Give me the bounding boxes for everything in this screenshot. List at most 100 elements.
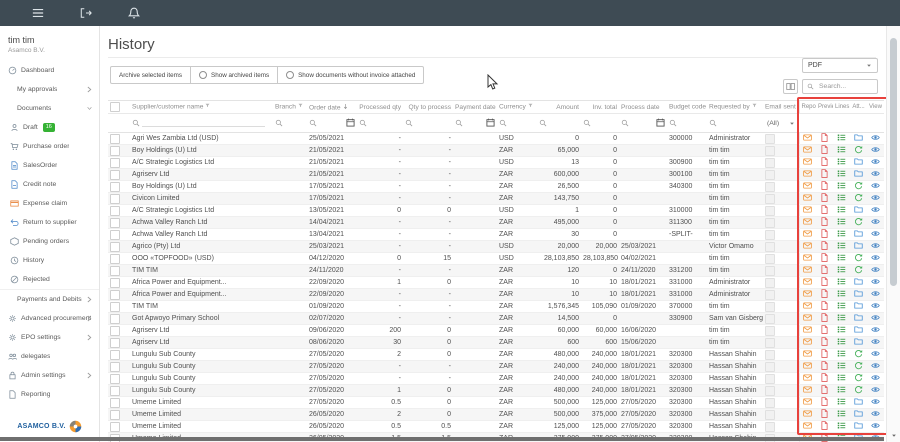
- report-email-icon[interactable]: [803, 133, 812, 142]
- column-header-processed_qty[interactable]: Processed qty: [357, 101, 403, 114]
- preview-pdf-icon[interactable]: [820, 241, 829, 250]
- table-row[interactable]: Boy Holdings (U) Ltd17/05/2021--ZAR26,50…: [108, 181, 884, 193]
- lines-list-icon[interactable]: [837, 373, 846, 382]
- row-checkbox[interactable]: [110, 146, 120, 156]
- preview-pdf-icon[interactable]: [820, 181, 829, 190]
- lines-list-icon[interactable]: [837, 229, 846, 238]
- row-checkbox[interactable]: [110, 290, 120, 300]
- row-checkbox[interactable]: [110, 374, 120, 384]
- table-row[interactable]: Got Apwoyo Primary School02/07/2020--ZAR…: [108, 313, 884, 325]
- lines-list-icon[interactable]: [837, 133, 846, 142]
- column-header-amount[interactable]: Amount: [537, 101, 581, 114]
- row-checkbox[interactable]: [110, 410, 120, 420]
- filter-cell-preview[interactable]: [816, 114, 833, 133]
- lines-list-icon[interactable]: [837, 277, 846, 286]
- lines-list-icon[interactable]: [837, 241, 846, 250]
- calendar-icon[interactable]: [656, 114, 665, 132]
- sidebar-item-pending-orders[interactable]: Pending orders: [0, 232, 99, 251]
- vertical-scrollbar[interactable]: [886, 26, 900, 442]
- view-eye-icon[interactable]: [871, 289, 880, 298]
- search-icon[interactable]: [405, 114, 413, 131]
- filter-funnel-icon[interactable]: [298, 103, 303, 110]
- lines-list-icon[interactable]: [837, 409, 846, 418]
- table-row[interactable]: TIM TIM01/09/2020--ZAR1,576,345105,09001…: [108, 301, 884, 313]
- search-input[interactable]: [817, 82, 877, 91]
- preview-pdf-icon[interactable]: [820, 349, 829, 358]
- preview-pdf-icon[interactable]: [820, 157, 829, 166]
- column-header-sel[interactable]: [108, 101, 130, 114]
- report-email-icon[interactable]: [803, 289, 812, 298]
- attachment-folder-icon[interactable]: [854, 229, 863, 238]
- preview-pdf-icon[interactable]: [820, 421, 829, 430]
- filter-cell-process_date[interactable]: [619, 114, 667, 133]
- show-archived-items-button[interactable]: Show archived items: [190, 66, 278, 84]
- filter-funnel-icon[interactable]: [528, 103, 533, 110]
- sidebar-item-my-approvals[interactable]: My approvals: [0, 80, 99, 99]
- show-documents-without-invoice-attached-button[interactable]: Show documents without invoice attached: [277, 66, 424, 84]
- row-checkbox[interactable]: [110, 350, 120, 360]
- preview-pdf-icon[interactable]: [820, 265, 829, 274]
- table-row[interactable]: Umeme Limited27/05/20200.50ZAR500,000125…: [108, 397, 884, 409]
- table-row[interactable]: Agri Wes Zambia Ltd (USD)25/05/2021--USD…: [108, 133, 884, 145]
- filter-cell-order_date[interactable]: [307, 114, 357, 133]
- sidebar-item-delegates[interactable]: delegates: [0, 347, 99, 366]
- sidebar-item-admin-settings[interactable]: Admin settings: [0, 366, 99, 385]
- report-email-icon[interactable]: [803, 301, 812, 310]
- view-eye-icon[interactable]: [871, 325, 880, 334]
- filter-cell-amount[interactable]: [537, 114, 581, 133]
- attachment-folder-icon[interactable]: [854, 169, 863, 178]
- view-eye-icon[interactable]: [871, 349, 880, 358]
- sidebar-item-reporting[interactable]: Reporting: [0, 385, 99, 404]
- view-eye-icon[interactable]: [871, 145, 880, 154]
- lines-list-icon[interactable]: [837, 205, 846, 214]
- filter-funnel-icon[interactable]: [752, 103, 757, 110]
- table-row[interactable]: A/C Strategic Logistics Ltd13/05/202100U…: [108, 205, 884, 217]
- view-eye-icon[interactable]: [871, 385, 880, 394]
- lines-list-icon[interactable]: [837, 145, 846, 154]
- view-eye-icon[interactable]: [871, 337, 880, 346]
- filter-cell-view[interactable]: [867, 114, 884, 133]
- attachment-folder-icon[interactable]: [854, 289, 863, 298]
- report-email-icon[interactable]: [803, 409, 812, 418]
- preview-pdf-icon[interactable]: [820, 373, 829, 382]
- lines-list-icon[interactable]: [837, 301, 846, 310]
- filter-cell-processed_qty[interactable]: [357, 114, 403, 133]
- table-row[interactable]: Agriserv Ltd09/06/20202000ZAR60,00060,00…: [108, 325, 884, 337]
- preview-pdf-icon[interactable]: [820, 205, 829, 214]
- row-checkbox[interactable]: [110, 326, 120, 336]
- column-header-order_date[interactable]: Order date: [307, 101, 357, 114]
- report-email-icon[interactable]: [803, 277, 812, 286]
- attachment-folder-icon[interactable]: [854, 313, 863, 322]
- report-email-icon[interactable]: [803, 337, 812, 346]
- table-row[interactable]: OOO «TOPFOOD» (USD)04/12/2020015USD28,10…: [108, 253, 884, 265]
- row-checkbox[interactable]: [110, 170, 120, 180]
- column-header-process_date[interactable]: Process date: [619, 101, 667, 114]
- sidebar-item-salesorder[interactable]: SalesOrder: [0, 156, 99, 175]
- attachment-folder-icon[interactable]: [854, 133, 863, 142]
- report-email-icon[interactable]: [803, 169, 812, 178]
- search-icon[interactable]: [359, 114, 367, 131]
- lines-list-icon[interactable]: [837, 289, 846, 298]
- sidebar-item-return-to-supplier[interactable]: Return to supplier: [0, 213, 99, 232]
- sidebar-item-expense-claim[interactable]: Expense claim: [0, 194, 99, 213]
- notifications-bell-icon[interactable]: [128, 7, 140, 19]
- column-header-email_sent[interactable]: Email sent: [763, 101, 799, 114]
- column-header-inv_total[interactable]: Inv. total: [581, 101, 619, 114]
- export-format-select[interactable]: PDF: [802, 58, 878, 73]
- view-eye-icon[interactable]: [871, 253, 880, 262]
- table-row[interactable]: Achwa Valley Ranch Ltd14/04/2021--ZAR495…: [108, 217, 884, 229]
- sidebar-item-purchase-order[interactable]: Purchase order: [0, 137, 99, 156]
- column-header-currency[interactable]: Currency: [497, 101, 537, 114]
- report-email-icon[interactable]: [803, 349, 812, 358]
- select-all-checkbox[interactable]: [110, 102, 120, 112]
- attachment-folder-icon[interactable]: [854, 205, 863, 214]
- lines-list-icon[interactable]: [837, 421, 846, 430]
- row-checkbox[interactable]: [110, 278, 120, 288]
- view-eye-icon[interactable]: [871, 361, 880, 370]
- lines-list-icon[interactable]: [837, 361, 846, 370]
- preview-pdf-icon[interactable]: [820, 169, 829, 178]
- column-header-qty_to_process[interactable]: Qty to process: [403, 101, 453, 114]
- column-header-att[interactable]: Att...: [850, 101, 867, 114]
- preview-pdf-icon[interactable]: [820, 217, 829, 226]
- view-eye-icon[interactable]: [871, 229, 880, 238]
